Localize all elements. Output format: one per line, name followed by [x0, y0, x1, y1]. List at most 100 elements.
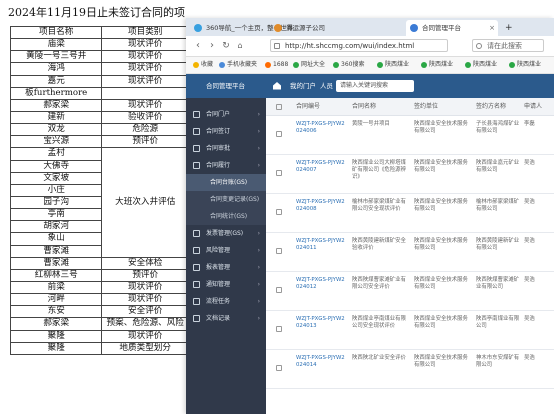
bookmark-item[interactable]: 陕西煤业 [464, 57, 497, 73]
applicant-cell: 吴浩 [524, 277, 535, 283]
sidebar-item-label: 发票管理(GS) [206, 230, 244, 237]
sidebar-item[interactable]: 合同变更记录(GS) [186, 191, 266, 208]
refresh-icon[interactable]: ↻ [220, 39, 232, 53]
project-category-cell: 安全评价 [101, 305, 188, 319]
browser-window: 360导航_一个主页，整个世界 海运源子公司 合同管理平台 × + ‹ › ↻ … [186, 18, 554, 414]
project-category-cell: 危险源 [101, 123, 188, 137]
contract-code-cell[interactable]: WZJT-PXGS-PJYW2024011 [296, 238, 348, 252]
address-bar: ‹ › ↻ ⌂ http://ht.shccmg.com/wui/index.h… [186, 36, 554, 57]
menu-icon [193, 145, 200, 152]
sidebar-item[interactable]: 风险管理 › [186, 242, 266, 259]
row-checkbox[interactable] [276, 170, 282, 176]
tab-360-nav[interactable]: 360导航_一个主页，整个世界 [190, 20, 293, 36]
sidebar-item[interactable]: 报表管理 › [186, 259, 266, 276]
close-tab-icon[interactable]: × [489, 20, 495, 36]
contract-code-cell[interactable]: WZJT-PXGS-PJYW2024014 [296, 355, 348, 369]
contract-name-cell: 榆林市郝家梁煤矿业有限公司安全现状评价 [352, 199, 406, 212]
browser-search-input[interactable]: 请在此搜索 [472, 39, 544, 52]
project-category-cell: 预案、危险源、风险 [101, 317, 188, 331]
new-tab-button[interactable]: + [502, 20, 516, 36]
party-cell: 陕西煤业安全技术服务有限公司 [414, 316, 468, 329]
sidebar-item[interactable]: 合同签订 › [186, 123, 266, 140]
chevron-right-icon: › [257, 315, 260, 322]
table-row[interactable]: WZJT-PXGS-PJYW2024007 陕西煤业公司大柳塔煤矿有限公司《危险源… [266, 155, 554, 194]
bookmark-item[interactable]: 网址大全 [292, 57, 325, 73]
bookmark-item[interactable]: 360搜索 [332, 57, 364, 73]
bookmarks-bar: 收藏 手机收藏夹 1688 网址大全 360搜索 陕西煤业 陕西煤业 陕西煤业 … [186, 57, 554, 74]
bookmark-item[interactable]: 手机收藏夹 [218, 57, 257, 73]
table-row[interactable]: WZJT-PXGS-PJYW2024014 陕西陕北矿业安全评价 陕西煤业安全技术服… [266, 350, 554, 389]
sidebar-item[interactable]: 流程任务 › [186, 293, 266, 310]
project-name-cell: 小庄 [9, 183, 102, 197]
row-checkbox[interactable] [276, 131, 282, 137]
project-name-cell: 黄陵一号三号井 [9, 50, 102, 64]
url-field[interactable]: http://ht.shccmg.com/wui/index.html [270, 39, 448, 52]
tab-subsidiary[interactable]: 海运源子公司 [270, 20, 334, 36]
contract-code-cell[interactable]: WZJT-PXGS-PJYW2024008 [296, 199, 348, 213]
row-checkbox[interactable] [276, 209, 282, 215]
chevron-right-icon: › [257, 230, 260, 237]
tab-favicon-icon [410, 24, 418, 32]
tab-contract-platform[interactable]: 合同管理平台 × [406, 20, 498, 36]
table-row[interactable]: WZJT-PXGS-PJYW2024012 陕西陕煤曹家滩矿业有限公司安全评价 陕西… [266, 272, 554, 311]
bookmark-item[interactable]: 1688 [264, 57, 288, 73]
bookmark-item[interactable]: 陕西煤业 [420, 57, 453, 73]
project-name-cell: 宝兴源 [9, 135, 102, 149]
sidebar-item[interactable]: 合同台账(GS) [186, 174, 266, 191]
project-category-cell: 现状评价 [101, 74, 188, 88]
chevron-right-icon: › [257, 298, 260, 305]
document-title: 2024年11月19日止未签订合同的项 [8, 6, 185, 19]
project-name-cell: 海鸿 [9, 62, 102, 76]
document-table-row: 河畔 现状评价 [9, 293, 188, 307]
document-table-row: 红柳林三号 预评价 [9, 268, 188, 282]
sidebar-item[interactable]: 通知管理 › [186, 276, 266, 293]
document-table-row: 东安 安全评价 [9, 305, 188, 319]
contract-code-cell[interactable]: WZJT-PXGS-PJYW2024013 [296, 316, 348, 330]
contract-code-cell[interactable]: WZJT-PXGS-PJYW2024006 [296, 121, 348, 135]
project-name-cell: 聚隆 [9, 341, 102, 355]
row-checkbox[interactable] [276, 287, 282, 293]
back-arrow-icon[interactable]: ‹ [192, 39, 204, 53]
sidebar-item[interactable]: 合同门户 › [186, 106, 266, 123]
row-checkbox[interactable] [276, 248, 282, 254]
project-category-cell: 验收评价 [101, 110, 188, 125]
column-header-code: 合同编号 [296, 103, 321, 110]
bookmark-item[interactable]: 陕西煤业 [376, 57, 409, 73]
forward-arrow-icon[interactable]: › [206, 39, 218, 53]
project-category-cell: 预评价 [101, 268, 188, 282]
column-header-category: 项目类别 [101, 25, 188, 40]
project-name-cell: 文家坡 [9, 171, 102, 185]
chevron-right-icon: › [257, 281, 260, 288]
project-name-cell: 板furthermore [9, 86, 102, 100]
table-row[interactable]: WZJT-PXGS-PJYW2024008 榆林市郝家梁煤矿业有限公司安全现状评价… [266, 194, 554, 233]
sidebar-item[interactable]: 文档记录 › [186, 310, 266, 327]
table-row[interactable]: WZJT-PXGS-PJYW2024013 陕西煤业亭南煤业有限公司安全现状评价陕… [266, 311, 554, 350]
bookmark-favicon-icon [465, 62, 471, 68]
select-all-checkbox[interactable] [276, 104, 282, 110]
home-icon[interactable] [272, 81, 282, 90]
project-category-cell: 地质类型划分 [101, 341, 188, 355]
column-header-counterparty: 签约方名称 [476, 103, 507, 110]
table-row[interactable]: WZJT-PXGS-PJYW2024011 陕西黄陵建新煤矿安全验收评价 陕西煤业安… [266, 233, 554, 272]
project-name-cell: 红柳林三号 [9, 268, 102, 282]
sidebar-item[interactable]: 合同审批 › [186, 140, 266, 157]
app-search-input[interactable]: 请输入关键词搜索 [336, 80, 414, 92]
nav-my-portal[interactable]: 我的门户 [290, 74, 316, 98]
bookmark-item[interactable]: 收藏 [192, 57, 213, 73]
document-table-row: 曹家滩 安全体检 [9, 256, 188, 270]
home-icon[interactable]: ⌂ [234, 39, 246, 53]
nav-people[interactable]: 人员 [320, 74, 333, 98]
table-row[interactable]: WZJT-PXGS-PJYW2024006 黄陵一号井项目 陕西煤业安全技术服务有限… [266, 116, 554, 155]
document-table-row: 海鸿 现状评价 [9, 62, 188, 76]
contract-code-cell[interactable]: WZJT-PXGS-PJYW2024012 [296, 277, 348, 291]
bookmark-item[interactable]: 陕西煤业 [508, 57, 541, 73]
sidebar-item[interactable]: 发票管理(GS) › [186, 225, 266, 242]
sidebar-item-label: 文档记录 [206, 315, 231, 322]
project-category-cell: 安全体检 [101, 256, 188, 270]
row-checkbox[interactable] [276, 326, 282, 332]
sidebar-item[interactable]: 合同统计(GS) [186, 208, 266, 225]
sidebar-item[interactable]: 合同履行 › [186, 157, 266, 174]
row-checkbox[interactable] [276, 365, 282, 371]
tab-bar: 360导航_一个主页，整个世界 海运源子公司 合同管理平台 × + [186, 18, 554, 36]
contract-code-cell[interactable]: WZJT-PXGS-PJYW2024007 [296, 160, 348, 174]
